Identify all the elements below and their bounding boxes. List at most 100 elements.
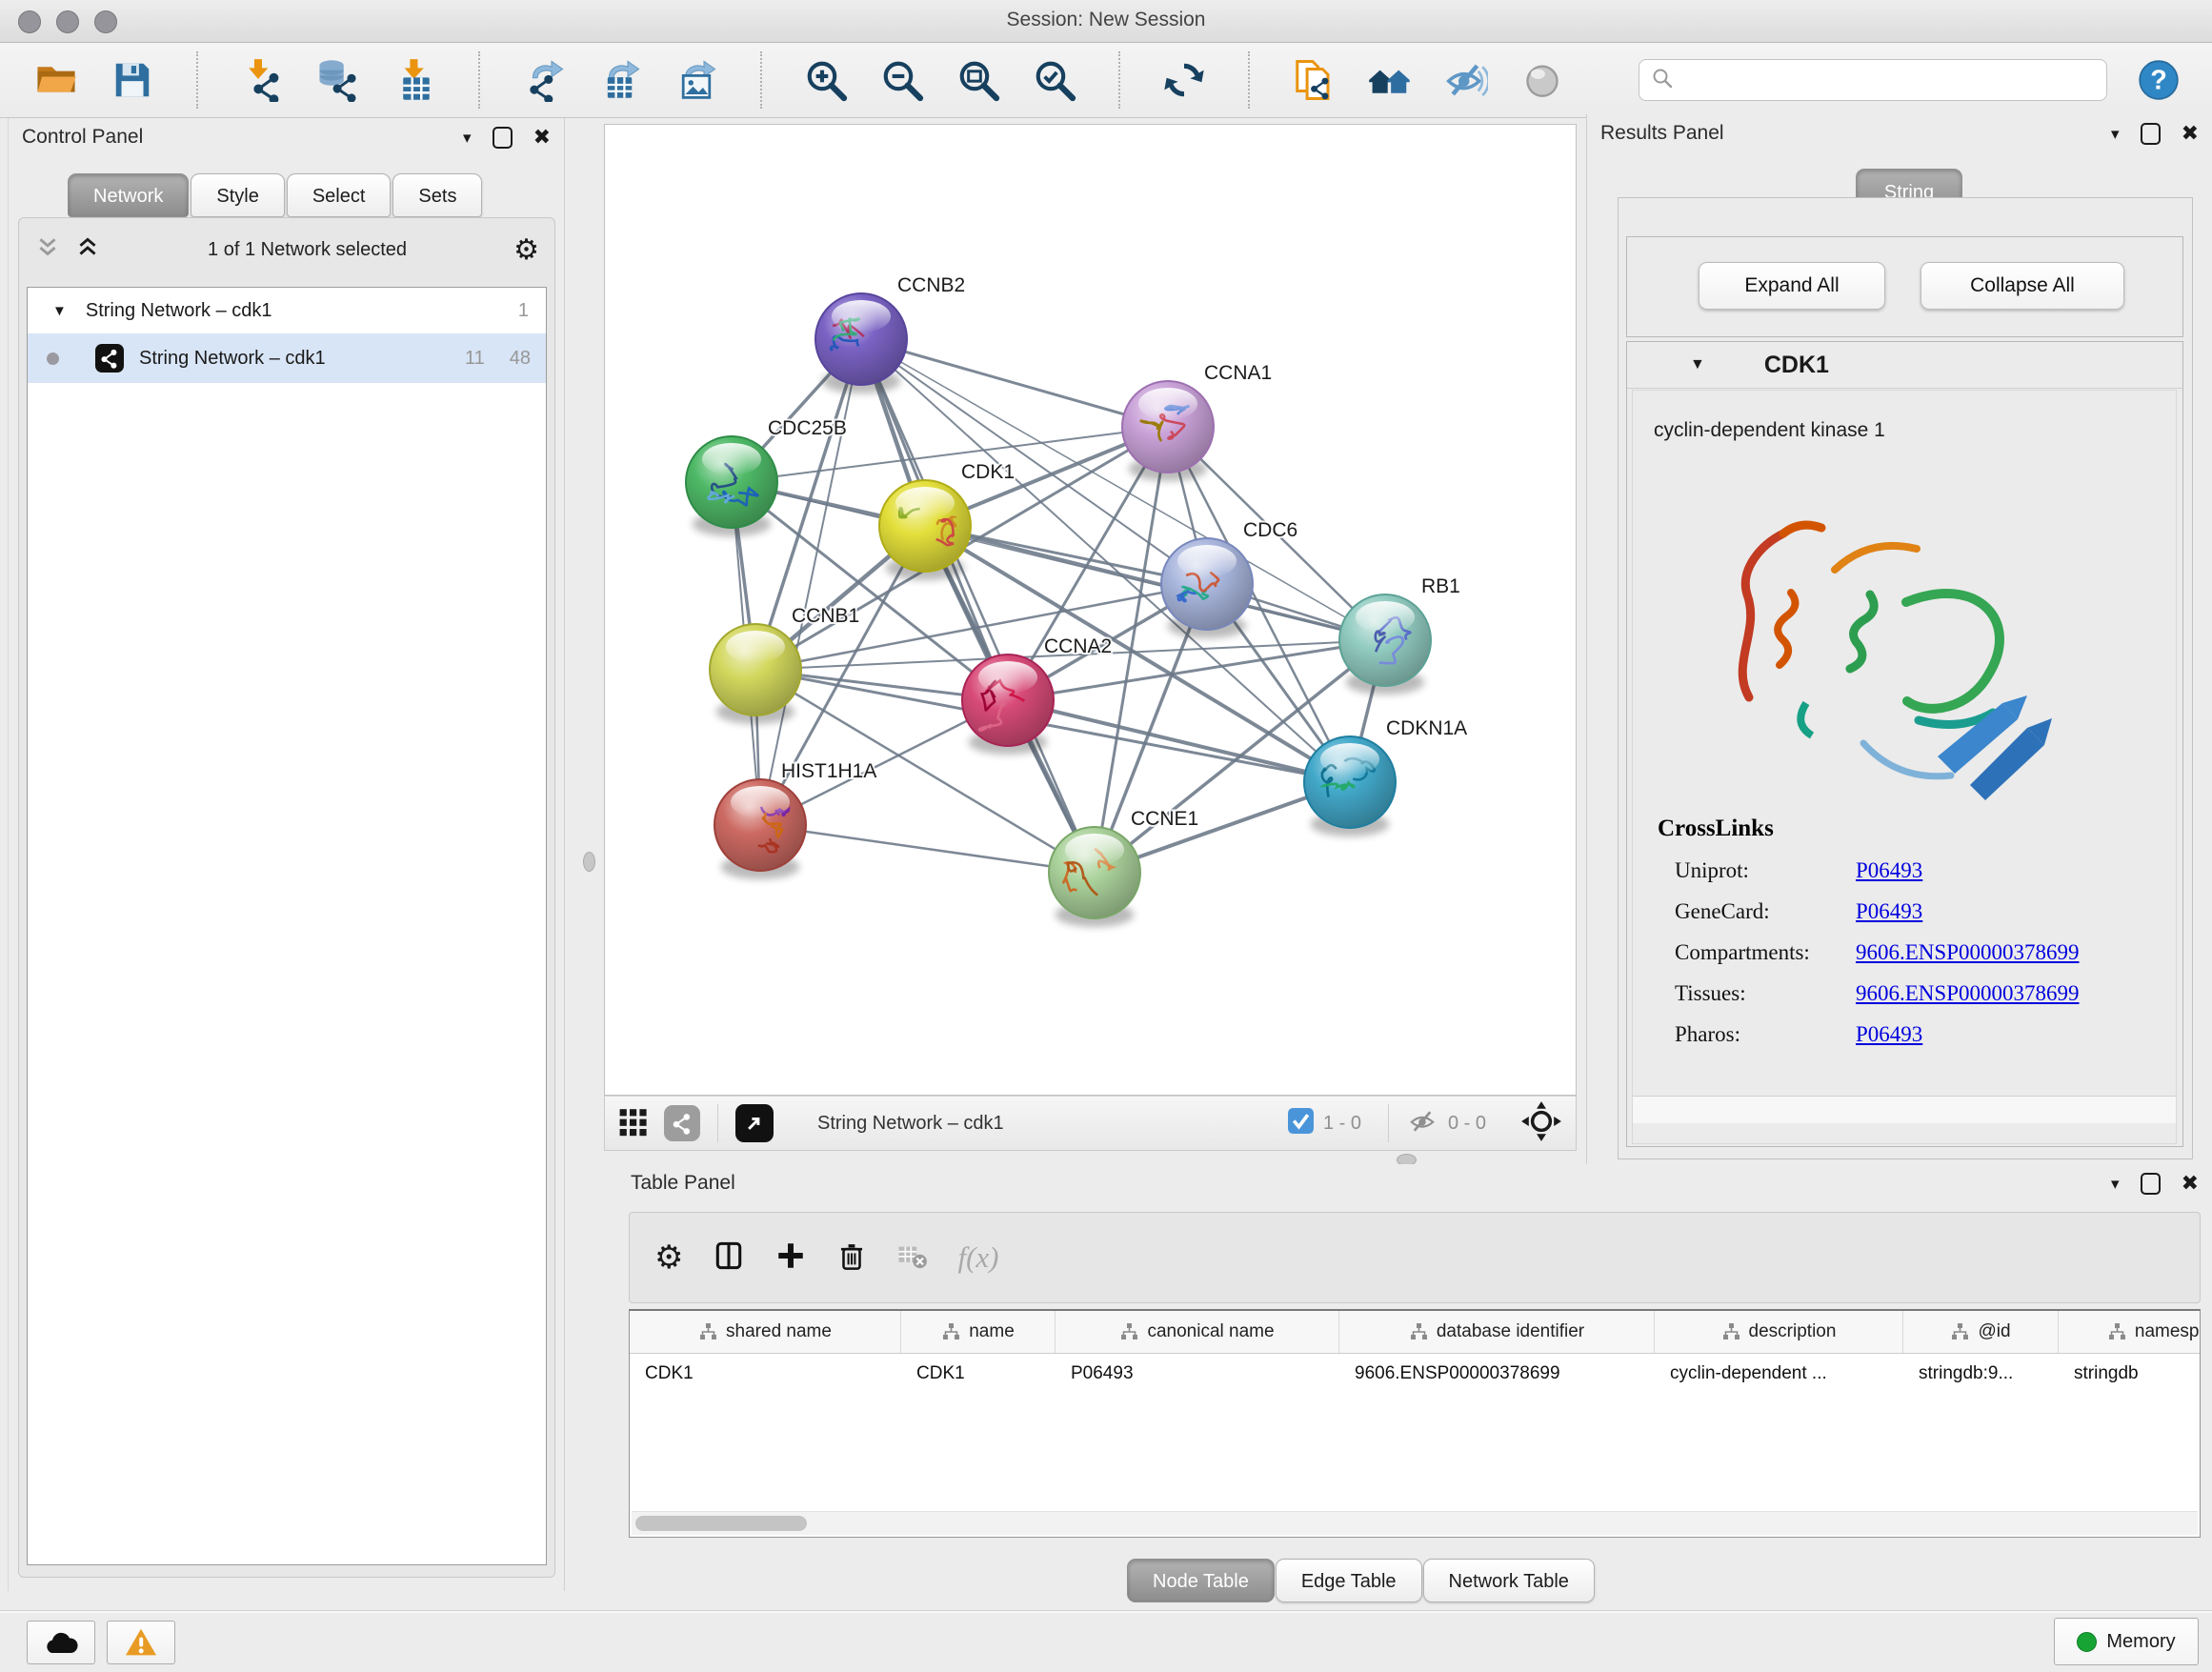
zoom-out-button[interactable] (875, 52, 930, 108)
network-node-CDC25B[interactable]: CDC25B (686, 417, 847, 536)
column-header-canonical-name[interactable]: canonical name (1056, 1311, 1339, 1353)
network-node-CDK1[interactable]: CDK1 (879, 461, 1015, 580)
collapse-all-networks-icon[interactable] (34, 235, 61, 265)
network-node-CCNB2[interactable]: CCNB2 (815, 274, 965, 393)
results-scroll-strip[interactable] (1633, 1096, 2176, 1123)
add-column-icon[interactable] (774, 1239, 807, 1277)
column-header-description[interactable]: description (1655, 1311, 1903, 1353)
birds-eye-view-icon[interactable] (735, 1104, 774, 1142)
edge-CDK1-RB1[interactable] (925, 526, 1385, 640)
collapse-all-button[interactable]: Collapse All (1920, 262, 2124, 310)
import-network-database-button[interactable] (311, 52, 366, 108)
column-header-shared-name[interactable]: shared name (630, 1311, 901, 1353)
table-cell[interactable]: cyclin-dependent ... (1655, 1363, 1903, 1384)
crosslink-link[interactable]: P06493 (1856, 1022, 1922, 1047)
table-cell[interactable]: CDK1 (630, 1363, 901, 1384)
network-canvas[interactable]: CCNB2 CCNA1 CDC25B CDK1 CDC6 RB1 CCNB1 (604, 124, 1577, 1096)
column-header-namespace[interactable]: namespace (2059, 1311, 2201, 1353)
warning-button[interactable] (107, 1621, 175, 1664)
delete-column-trash-icon[interactable] (835, 1239, 868, 1277)
network-options-gear-icon[interactable]: ⚙ (513, 233, 539, 267)
tab-network-table[interactable]: Network Table (1423, 1559, 1595, 1602)
export-image-button[interactable] (669, 52, 724, 108)
table-cell[interactable]: stringdb (2059, 1363, 2201, 1384)
crosslink-link[interactable]: 9606.ENSP00000378699 (1856, 940, 2080, 965)
expand-all-networks-icon[interactable] (74, 235, 101, 265)
network-node-CCNB1[interactable]: CCNB1 (710, 605, 859, 724)
export-table-button[interactable] (593, 52, 648, 108)
tab-select[interactable]: Select (287, 173, 392, 217)
cloud-button[interactable] (27, 1621, 95, 1664)
save-session-button[interactable] (105, 52, 160, 108)
column-header-database-identifier[interactable]: database identifier (1339, 1311, 1655, 1353)
float-panel-icon[interactable] (493, 127, 513, 149)
edge-HIST1H1A-CCNE1[interactable] (760, 825, 1095, 873)
memory-status-dot (2077, 1632, 2097, 1652)
tab-sets[interactable]: Sets (392, 173, 482, 217)
section-collapse-icon[interactable]: ▼ (1690, 356, 1705, 373)
table-cell[interactable]: stringdb:9... (1903, 1363, 2059, 1384)
network-row-selected[interactable]: String Network – cdk1 11 48 (28, 333, 546, 383)
lens-button[interactable] (1515, 52, 1570, 108)
table-cell[interactable]: P06493 (1056, 1363, 1339, 1384)
close-panel-icon[interactable]: ✖ (533, 127, 551, 148)
close-panel-icon[interactable]: ✖ (2182, 123, 2199, 144)
float-panel-icon[interactable] (2141, 1173, 2161, 1195)
open-session-button[interactable] (29, 52, 84, 108)
table-hscrollbar[interactable] (632, 1511, 2198, 1535)
network-node-CDKN1A[interactable]: CDKN1A (1304, 717, 1467, 836)
import-network-file-button[interactable] (234, 52, 290, 108)
network-collection-row[interactable]: ▼ String Network – cdk1 1 (28, 288, 546, 333)
fit-selected-crosshair-icon[interactable] (1520, 1100, 1562, 1147)
table-cell[interactable]: 9606.ENSP00000378699 (1339, 1363, 1655, 1384)
help-button[interactable]: ? (2136, 57, 2182, 103)
panel-menu-icon[interactable]: ▾ (2111, 126, 2120, 142)
share-view-icon[interactable] (664, 1105, 700, 1141)
import-table-button[interactable] (387, 52, 442, 108)
tab-style[interactable]: Style (191, 173, 284, 217)
grid-view-icon[interactable] (618, 1106, 649, 1141)
network-label: String Network – cdk1 (139, 348, 326, 370)
close-panel-icon[interactable]: ✖ (2182, 1173, 2199, 1194)
tab-edge-table[interactable]: Edge Table (1276, 1559, 1422, 1602)
search-input[interactable] (1681, 69, 2095, 92)
zoom-in-button[interactable] (798, 52, 854, 108)
show-columns-icon[interactable] (712, 1239, 746, 1278)
hidden-eye-icon[interactable] (1406, 1107, 1438, 1140)
network-node-CCNA1[interactable]: CCNA1 (1122, 362, 1272, 481)
panel-menu-icon[interactable]: ▾ (463, 130, 472, 146)
network-node-RB1[interactable]: RB1 (1339, 575, 1460, 695)
column-header-@id[interactable]: @id (1903, 1311, 2059, 1353)
column-header-name[interactable]: name (901, 1311, 1056, 1353)
gene-section-header[interactable]: ▼ CDK1 (1627, 342, 2182, 389)
export-network-button[interactable] (516, 52, 572, 108)
clone-network-button[interactable] (1286, 52, 1341, 108)
table-settings-gear-icon[interactable]: ⚙ (654, 1239, 683, 1277)
crosslink-link[interactable]: P06493 (1856, 899, 1922, 924)
string-home-button[interactable] (1362, 52, 1418, 108)
edge-CCNB2-CCNA1[interactable] (861, 339, 1168, 427)
tab-node-table[interactable]: Node Table (1127, 1559, 1275, 1602)
selected-checkbox-icon[interactable] (1288, 1108, 1314, 1138)
left-splitter-handle[interactable] (583, 852, 595, 872)
network-node-HIST1H1A[interactable]: HIST1H1A (714, 760, 876, 879)
memory-button[interactable]: Memory (2054, 1618, 2199, 1665)
panel-menu-icon[interactable]: ▾ (2111, 1176, 2120, 1192)
node-label-CDC6: CDC6 (1243, 519, 1297, 541)
expand-all-button[interactable]: Expand All (1699, 262, 1885, 310)
node-table[interactable]: shared namenamecanonical namedatabase id… (629, 1309, 2201, 1538)
collection-collapse-icon[interactable]: ▼ (52, 303, 67, 319)
zoom-selected-button[interactable] (1027, 52, 1082, 108)
zoom-fit-button[interactable] (951, 52, 1006, 108)
float-panel-icon[interactable] (2141, 123, 2161, 145)
search-field[interactable] (1639, 59, 2107, 101)
refresh-button[interactable] (1156, 52, 1212, 108)
crosslink-link[interactable]: 9606.ENSP00000378699 (1856, 981, 2080, 1006)
tab-network[interactable]: Network (68, 173, 189, 217)
crosslink-link[interactable]: P06493 (1856, 858, 1922, 883)
edge-CCNB2-HIST1H1A[interactable] (760, 339, 861, 825)
table-row[interactable]: CDK1CDK1P064939606.ENSP00000378699cyclin… (630, 1354, 2200, 1394)
table-cell[interactable]: CDK1 (901, 1363, 1056, 1384)
hide-unhide-button[interactable] (1438, 52, 1494, 108)
table-hscrollbar-thumb[interactable] (635, 1516, 807, 1531)
